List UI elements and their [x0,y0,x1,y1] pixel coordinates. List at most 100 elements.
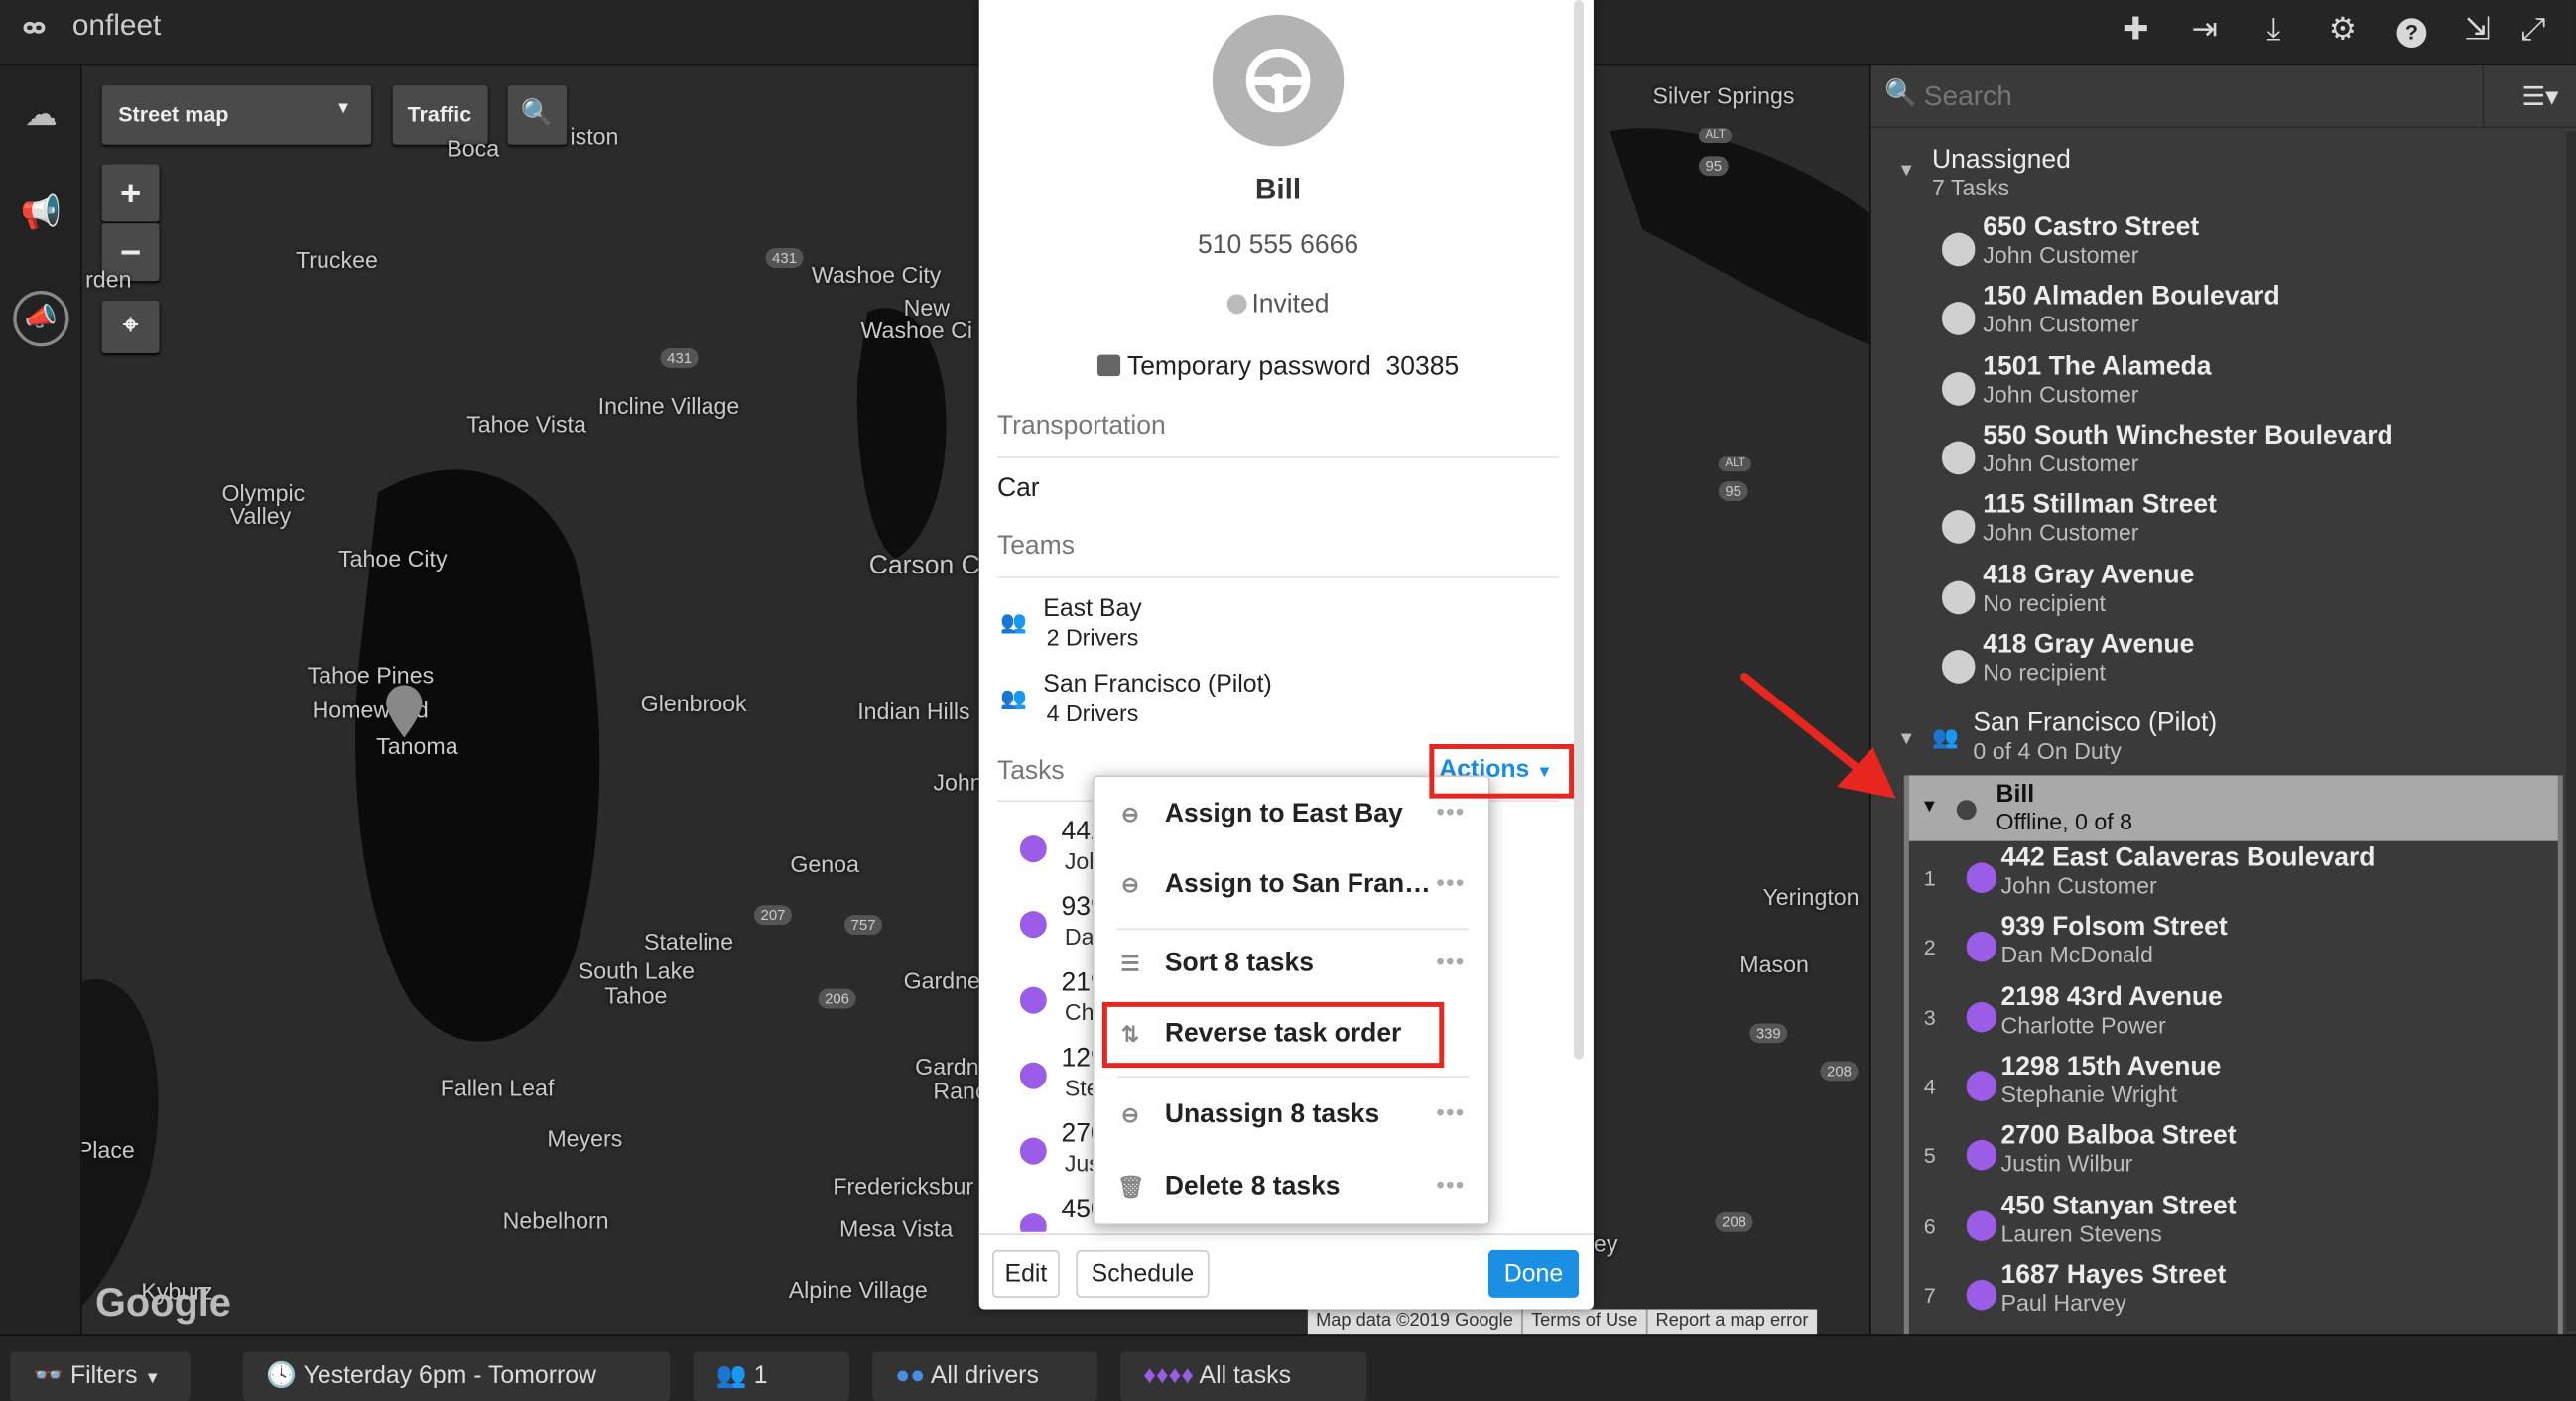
map-pin-icon: ⬤ [1940,368,1978,406]
tasks-label: All tasks [1199,1361,1292,1390]
task-pin-icon: ⬤ [1965,1276,1998,1310]
chevron-down-icon: ▼ [334,99,352,119]
locate-icon[interactable]: ⌖ [101,300,160,353]
divider [2482,65,2485,129]
map-label: Gardn [915,1053,979,1080]
unassigned-task-item[interactable]: ⬤ 1501 The Alameda John Customer [1871,352,2561,418]
broadcast-add-icon[interactable]: 📢 [7,181,76,246]
map-pin-icon: ⬤ [1940,646,1978,684]
scrollbar[interactable] [2566,131,2576,1332]
help-icon[interactable]: ? [2392,12,2432,52]
driver-task-item[interactable]: 6 ⬤ 450 Stanyan Street Lauren Stevens [1909,1192,2558,1257]
search-input[interactable] [1923,75,2467,119]
edit-button[interactable]: Edit [991,1249,1060,1298]
route-shield: ALT [1718,456,1752,472]
menu-item-unassign-tasks[interactable]: ⊖ Unassign 8 tasks ••• [1095,1083,1488,1152]
task-address: 418 Gray Avenue [1983,561,2195,589]
list-menu-icon[interactable]: ☰▾ [2521,80,2558,113]
menu-item-delete-tasks[interactable]: 🗑 Delete 8 tasks ••• [1095,1155,1488,1224]
task-address: 939 Folsom Street [2000,914,2228,943]
gear-icon[interactable]: ⚙ [2323,12,2363,52]
map-marker-icon[interactable] [384,684,424,739]
megaphone-icon[interactable]: 📣 [7,283,76,348]
menu-item-sort-tasks[interactable]: ☰ Sort 8 tasks ••• [1095,932,1488,1001]
zoom-in-button[interactable]: + [101,164,160,222]
done-button[interactable]: Done [1487,1249,1580,1298]
logout-icon[interactable]: ⇲ [2458,12,2498,52]
minus-circle-icon: ⊖ [1121,1101,1140,1127]
drivers-filter-button[interactable]: ●● All drivers [872,1351,1097,1401]
unassigned-task-item[interactable]: ⬤ 418 Gray Avenue No recipient [1871,630,2561,696]
download-icon[interactable]: ⤓ [2254,12,2293,52]
schedule-button[interactable]: Schedule [1076,1249,1210,1298]
expand-icon[interactable]: ⤢ [2513,12,2553,52]
unassigned-task-item[interactable]: ⬤ 418 Gray Avenue No recipient [1871,561,2561,626]
task-address: 418 Gray Avenue [1983,630,2195,659]
task-recipient: John Customer [2000,872,2157,899]
collapse-triangle-icon[interactable]: ▼ [1920,797,1938,817]
map-label: Gardne [903,967,980,994]
menu-item-assign-san-francisco[interactable]: ⊖ Assign to San Fran… ••• [1095,852,1488,922]
route-shield: 95 [1718,481,1748,501]
driver-task-item[interactable]: 4 ⬤ 1298 15th Avenue Stephanie Wright [1909,1053,2558,1118]
driver-task-item[interactable]: 7 ⬤ 1687 Hayes Street Paul Harvey [1909,1261,2558,1327]
more-icon: ••• [1436,1098,1466,1126]
lock-icon [1096,354,1121,377]
driver-task-item[interactable]: 5 ⬤ 2700 Balboa Street Justin Wilbur [1909,1122,2558,1188]
unassigned-task-item[interactable]: ⬤ 150 Almaden Boulevard John Customer [1871,283,2561,348]
unassigned-task-item[interactable]: ⬤ 550 South Winchester Boulevard John Cust… [1871,422,2561,487]
route-shield: 207 [753,905,793,926]
map[interactable]: Street map ▼ Traffic 🔍 + − ⌖ Boca Truckee… [81,65,1870,1335]
task-recipient: Lauren Stevens [2000,1219,2162,1246]
add-task-icon[interactable]: ☁ [7,82,76,148]
map-label: Glenbrook [640,690,747,716]
map-label: Carson C [868,552,980,580]
map-type-select[interactable]: Street map ▼ [101,85,372,145]
map-label: Valley [229,502,292,530]
import-icon[interactable]: ⇥ [2185,12,2225,52]
route-shield: 431 [765,247,804,268]
unassigned-task-item[interactable]: ⬤ 115 Stillman Street John Customer [1871,491,2561,557]
teams-label: Teams [996,532,1075,561]
more-icon: ••• [1436,948,1466,974]
time-range-button[interactable]: 🕓 Yesterday 6pm - Tomorrow 6am [243,1351,671,1401]
unassigned-task-item[interactable]: ⬤ 650 Castro Street John Customer [1871,213,2561,279]
map-label: rden [85,266,132,293]
tasks-filter-button[interactable]: ♦♦♦♦ All tasks [1120,1351,1367,1401]
task-address: 115 Stillman Street [1983,491,2217,520]
driver-task-item[interactable]: 3 ⬤ 2198 43rd Avenue Charlotte Power [1909,983,2558,1049]
map-label: Washoe Ci [860,317,973,344]
task-pins-icon: ♦♦♦♦ [1143,1361,1195,1390]
divider [1116,928,1470,931]
search-icon[interactable]: 🔍 [507,85,568,145]
more-icon: ••• [1436,868,1466,896]
more-icon: ••• [1436,1171,1466,1198]
map-label: Meyers [547,1125,623,1152]
driver-task-item[interactable]: 2 ⬤ 939 Folsom Street Dan McDonald [1909,914,2558,979]
unassigned-title[interactable]: Unassigned [1932,146,2071,176]
collapse-triangle-icon[interactable]: ▼ [1897,161,1915,181]
map-label: John [933,768,983,796]
onfleet-logo[interactable]: onfleet [17,8,161,43]
report-error-link[interactable]: Report a map error [1645,1309,1817,1335]
task-address: 1687 Hayes Street [2000,1261,2227,1290]
scrollbar[interactable] [1574,0,1584,1060]
task-recipient: John Customer [1983,449,2139,476]
divider [996,576,1560,578]
teams-filter-button[interactable]: 👥 1 team [693,1351,849,1401]
map-label: Place [81,1136,135,1164]
map-label: Fredericksbur [833,1173,974,1200]
team-title[interactable]: San Francisco (Pilot) [1973,709,2217,739]
task-recipient: Justin Wilbur [2000,1150,2133,1177]
driver-name: Bill [1996,780,2035,809]
driver-task-item[interactable]: 1 ⬤ 442 East Calaveras Boulevard John Custo… [1909,844,2558,910]
team-driver-count: 4 Drivers [1046,700,1139,726]
task-pin-icon: ⬤ [1018,910,1049,939]
driver-status: Offline, 0 of 8 [1996,808,2132,835]
terms-link[interactable]: Terms of Use [1521,1309,1645,1335]
plus-icon[interactable]: ✚ [2116,12,2155,52]
task-order-number: 6 [1923,1212,1936,1238]
map-label: Indian Hills [857,698,970,725]
filters-button[interactable]: 👓 Filters ▼ [9,1351,192,1401]
driver-row[interactable]: ▼ Bill Offline, 0 of 8 [1908,775,2558,841]
